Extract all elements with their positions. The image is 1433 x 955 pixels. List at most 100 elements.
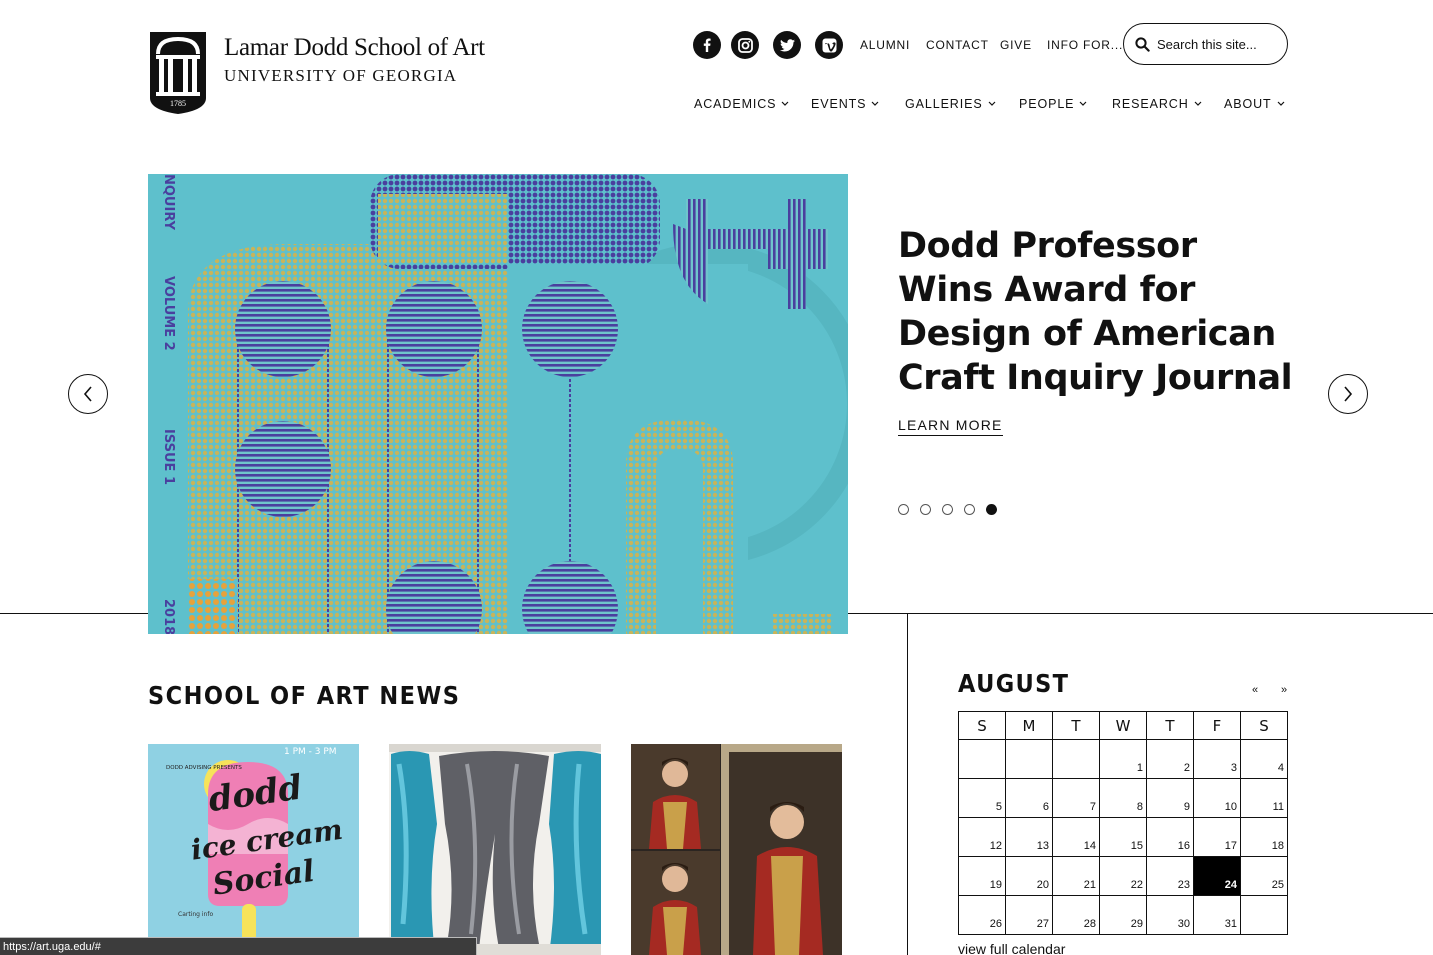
facebook-icon xyxy=(703,38,711,52)
calendar-day[interactable]: 12 xyxy=(958,817,1006,857)
calendar-empty-cell xyxy=(1240,895,1288,935)
calendar-day[interactable]: 25 xyxy=(1240,856,1288,896)
chevron-left-icon xyxy=(83,386,92,402)
instagram-link[interactable] xyxy=(731,31,759,59)
hero-image[interactable]: NQUIRY VOLUME 2 ISSUE 1 2018 xyxy=(148,174,848,634)
calendar-day[interactable]: 5 xyxy=(958,778,1006,818)
calendar-day[interactable]: 23 xyxy=(1146,856,1194,896)
svg-text:ISSUE 1: ISSUE 1 xyxy=(161,429,176,485)
weekday-header: T xyxy=(1146,711,1194,740)
arch-logo-icon: 1785 xyxy=(150,32,206,114)
news-card-draped-sculpture[interactable] xyxy=(389,744,601,955)
twitter-icon xyxy=(779,38,795,51)
brand-name[interactable]: Lamar Dodd School of Art xyxy=(224,34,485,62)
draped-fabric-photo xyxy=(389,744,601,955)
calendar-week-row: 26 27 28 29 30 31 xyxy=(958,895,1288,935)
calendar-day[interactable]: 17 xyxy=(1193,817,1241,857)
weekday-header: S xyxy=(1240,711,1288,740)
vimeo-icon xyxy=(822,38,836,52)
chevron-right-icon xyxy=(1344,386,1353,402)
give-link[interactable]: GIVE xyxy=(1000,38,1032,52)
nav-label: EVENTS xyxy=(811,97,867,111)
calendar-day[interactable]: 7 xyxy=(1052,778,1100,818)
calendar-day[interactable]: 2 xyxy=(1146,739,1194,779)
search-input[interactable] xyxy=(1157,36,1277,52)
calendar-day[interactable]: 16 xyxy=(1146,817,1194,857)
search-box[interactable] xyxy=(1123,23,1288,65)
slider-dots xyxy=(898,504,997,515)
news-card-ice-cream-social[interactable]: DODD ADVISING PRESENTS 1 PM - 3 PM dodd … xyxy=(148,744,359,955)
calendar-day[interactable]: 10 xyxy=(1193,778,1241,818)
calendar-day[interactable]: 24 xyxy=(1193,856,1241,896)
instagram-icon xyxy=(737,37,753,53)
next-slide-button[interactable] xyxy=(1328,374,1368,414)
calendar-day[interactable]: 26 xyxy=(958,895,1006,935)
slide-dot-3[interactable] xyxy=(942,504,953,515)
calendar-day[interactable]: 13 xyxy=(1005,817,1053,857)
weekday-header: S xyxy=(958,711,1006,740)
nav-about[interactable]: ABOUT xyxy=(1224,97,1285,111)
info-for-link[interactable]: INFO FOR... xyxy=(1047,38,1123,52)
calendar-day[interactable]: 20 xyxy=(1005,856,1053,896)
weekday-header: M xyxy=(1005,711,1053,740)
svg-text:1 PM - 3 PM: 1 PM - 3 PM xyxy=(284,747,337,757)
slide-dot-4[interactable] xyxy=(964,504,975,515)
calendar-day[interactable]: 28 xyxy=(1052,895,1100,935)
prev-slide-button[interactable] xyxy=(68,374,108,414)
calendar-next-button[interactable]: » xyxy=(1281,684,1287,696)
facebook-link[interactable] xyxy=(693,31,721,59)
slide-dot-2[interactable] xyxy=(920,504,931,515)
calendar-day[interactable]: 22 xyxy=(1099,856,1147,896)
calendar-week-row: 12 13 14 15 16 17 18 xyxy=(958,817,1288,857)
chevron-down-icon xyxy=(871,101,879,106)
calendar-day[interactable]: 18 xyxy=(1240,817,1288,857)
learn-more-link[interactable]: LEARN MORE xyxy=(898,417,1003,436)
calendar-day[interactable]: 15 xyxy=(1099,817,1147,857)
calendar-day[interactable]: 30 xyxy=(1146,895,1194,935)
calendar-prev-button[interactable]: « xyxy=(1252,684,1258,696)
news-card-portraits[interactable] xyxy=(631,744,842,955)
svg-text:1785: 1785 xyxy=(170,99,186,108)
nav-galleries[interactable]: GALLERIES xyxy=(905,97,996,111)
view-full-calendar-link[interactable]: view full calendar xyxy=(958,941,1065,955)
calendar-day[interactable]: 21 xyxy=(1052,856,1100,896)
ice-cream-poster: DODD ADVISING PRESENTS 1 PM - 3 PM dodd … xyxy=(148,744,359,955)
nav-research[interactable]: RESEARCH xyxy=(1112,97,1202,111)
chevron-down-icon xyxy=(988,101,996,106)
slide-dot-5[interactable] xyxy=(986,504,997,515)
calendar-day[interactable]: 14 xyxy=(1052,817,1100,857)
calendar-day[interactable]: 8 xyxy=(1099,778,1147,818)
slide-dot-1[interactable] xyxy=(898,504,909,515)
nav-label: PEOPLE xyxy=(1019,97,1075,111)
brand-subtitle[interactable]: UNIVERSITY OF GEORGIA xyxy=(224,66,457,86)
vimeo-link[interactable] xyxy=(815,31,843,59)
calendar-day[interactable]: 4 xyxy=(1240,739,1288,779)
calendar-day[interactable]: 19 xyxy=(958,856,1006,896)
nav-academics[interactable]: ACADEMICS xyxy=(694,97,789,111)
calendar-day[interactable]: 31 xyxy=(1193,895,1241,935)
alumni-link[interactable]: ALUMNI xyxy=(860,38,910,52)
calendar-day[interactable]: 6 xyxy=(1005,778,1053,818)
portrait-paintings-photo xyxy=(631,744,842,955)
contact-link[interactable]: CONTACT xyxy=(926,38,989,52)
nav-people[interactable]: PEOPLE xyxy=(1019,97,1087,111)
chevron-down-icon xyxy=(1277,101,1284,106)
calendar-day[interactable]: 11 xyxy=(1240,778,1288,818)
hero-title[interactable]: Dodd Professor Wins Award for Design of … xyxy=(898,224,1298,400)
nav-label: RESEARCH xyxy=(1112,97,1189,111)
twitter-link[interactable] xyxy=(773,31,801,59)
calendar-day[interactable]: 27 xyxy=(1005,895,1053,935)
news-heading: SCHOOL OF ART NEWS xyxy=(148,681,461,710)
nav-events[interactable]: EVENTS xyxy=(811,97,879,111)
chevron-down-icon xyxy=(1080,101,1087,106)
calendar-body: 1 2 3 4 5 6 7 8 9 10 11 12 13 14 15 16 17 18 19 20 21 22 23 24 2… xyxy=(958,739,1288,935)
calendar-empty-cell xyxy=(1052,739,1100,779)
calendar-day[interactable]: 3 xyxy=(1193,739,1241,779)
calendar-day[interactable]: 9 xyxy=(1146,778,1194,818)
calendar-day[interactable]: 1 xyxy=(1099,739,1147,779)
column-divider xyxy=(907,614,908,955)
nav-label: ACADEMICS xyxy=(694,97,777,111)
calendar-month: AUGUST xyxy=(958,669,1070,698)
calendar-day[interactable]: 29 xyxy=(1099,895,1147,935)
svg-text:Carting info: Carting info xyxy=(178,911,213,918)
